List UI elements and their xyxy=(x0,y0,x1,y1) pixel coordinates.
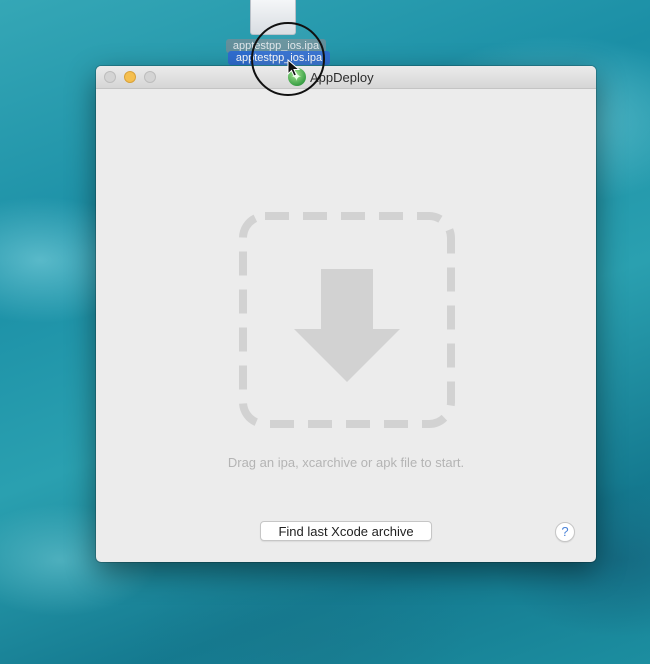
minimize-button[interactable] xyxy=(124,71,136,83)
download-arrow-icon xyxy=(294,269,400,382)
appdeploy-window: AppDeploy Drag an ipa, xcarchive or apk … xyxy=(96,66,596,562)
drop-zone-graphic xyxy=(239,212,455,428)
find-last-xcode-archive-button[interactable]: Find last Xcode archive xyxy=(260,521,432,541)
help-button[interactable]: ? xyxy=(555,522,575,542)
zoom-button[interactable] xyxy=(144,71,156,83)
drop-hint-text: Drag an ipa, xcarchive or apk file to st… xyxy=(227,455,465,470)
close-button[interactable] xyxy=(104,71,116,83)
title-bar[interactable]: AppDeploy xyxy=(96,66,596,89)
cursor-arrow-icon xyxy=(287,59,301,77)
drop-zone[interactable] xyxy=(238,211,456,429)
